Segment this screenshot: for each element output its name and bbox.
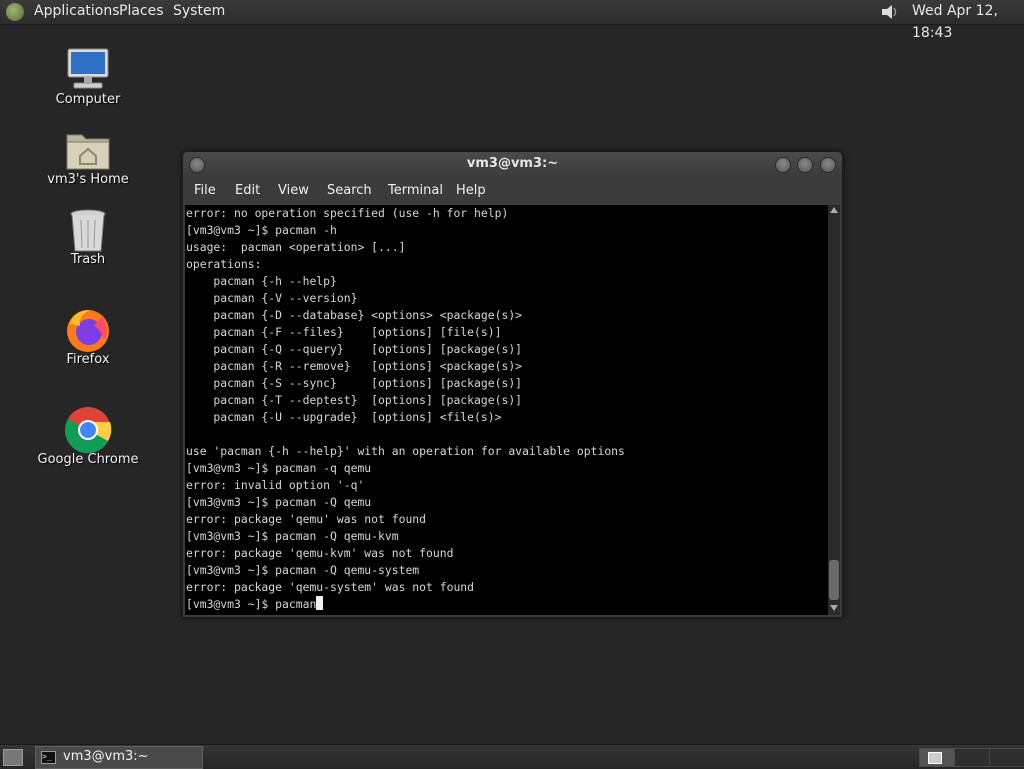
maximize-icon[interactable]: [797, 157, 813, 173]
menu-edit[interactable]: Edit: [235, 177, 260, 204]
terminal-line: error: package 'qemu-system' was not fou…: [186, 580, 475, 594]
menu-help[interactable]: Help: [456, 177, 486, 204]
terminal-line: pacman {-R --remove} [options] <package(…: [186, 359, 523, 373]
menu-search[interactable]: Search: [327, 177, 372, 204]
terminal-prompt-input[interactable]: [vm3@vm3 ~]$ pacman: [186, 597, 316, 611]
terminal-line: error: package 'qemu-kvm' was not found: [186, 546, 454, 560]
terminal-line: pacman {-D --database} <options> <packag…: [186, 308, 523, 322]
desktop-icon-label: Trash: [70, 252, 106, 267]
trash-icon: [70, 209, 106, 252]
desktop-icon-label: vm3's Home: [47, 172, 129, 187]
window-titlebar[interactable]: vm3@vm3:~: [183, 152, 842, 177]
scroll-up-arrow-icon[interactable]: [830, 207, 838, 213]
taskbar-item-terminal[interactable]: >_ vm3@vm3:~: [35, 746, 203, 769]
terminal-line: [vm3@vm3 ~]$ pacman -h: [186, 223, 337, 237]
terminal-line: usage: pacman <operation> [...]: [186, 240, 406, 254]
terminal-line: use 'pacman {-h --help}' with an operati…: [186, 444, 625, 458]
terminal-line: [vm3@vm3 ~]$ pacman -Q qemu: [186, 495, 372, 509]
terminal-line: pacman {-T --deptest} [options] [package…: [186, 393, 523, 407]
applications-menu[interactable]: Applications: [34, 0, 120, 24]
terminal-line: error: invalid option '-q': [186, 478, 365, 492]
scrollbar-thumb[interactable]: [829, 560, 839, 600]
terminal-line: pacman {-Q --query} [options] [package(s…: [186, 342, 523, 356]
terminal-line: operations:: [186, 257, 262, 271]
terminal-text: error: no operation specified (use -h fo…: [186, 205, 625, 613]
computer-icon: [67, 48, 109, 89]
terminal-line: pacman {-V --version}: [186, 291, 358, 305]
system-menu[interactable]: System: [173, 0, 225, 24]
terminal-window[interactable]: vm3@vm3:~ File Edit View Search Terminal…: [182, 151, 843, 618]
terminal-menubar: File Edit View Search Terminal Help: [183, 177, 842, 204]
terminal-line: pacman {-h --help}: [186, 274, 337, 288]
workspace-window-thumbnail: [928, 752, 942, 764]
workspace-2[interactable]: [954, 748, 990, 767]
menu-file[interactable]: File: [194, 177, 216, 204]
menu-terminal[interactable]: Terminal: [388, 177, 443, 204]
terminal-line: error: package 'qemu' was not found: [186, 512, 427, 526]
terminal-line: pacman {-S --sync} [options] [package(s)…: [186, 376, 523, 390]
close-icon[interactable]: [820, 157, 836, 173]
bottom-panel: >_ vm3@vm3:~: [0, 744, 1024, 769]
taskbar-item-label: vm3@vm3:~: [63, 749, 149, 764]
terminal-output[interactable]: error: no operation specified (use -h fo…: [185, 205, 828, 615]
clock[interactable]: Wed Apr 12, 18:43: [912, 0, 1024, 41]
home-folder-icon: [66, 134, 110, 170]
top-panel: Applications Places System Wed Apr 12, 1…: [0, 0, 1024, 41]
firefox-icon: [67, 310, 109, 352]
window-title: vm3@vm3:~: [466, 156, 559, 171]
terminal-line: pacman {-F --files} [options] [file(s)]: [186, 325, 502, 339]
terminal-line: [vm3@vm3 ~]$ pacman -q qemu: [186, 461, 372, 475]
desktop-icon-label: Computer: [55, 92, 121, 107]
workspace-1[interactable]: [919, 748, 955, 767]
workspace-3[interactable]: [989, 748, 1024, 767]
minimize-icon[interactable]: [775, 157, 791, 173]
terminal-line: error: no operation specified (use -h fo…: [186, 206, 509, 220]
volume-icon[interactable]: [880, 2, 900, 22]
scroll-down-arrow-icon[interactable]: [830, 605, 838, 611]
show-desktop-icon[interactable]: [3, 749, 23, 766]
terminal-line: [vm3@vm3 ~]$ pacman -Q qemu-kvm: [186, 529, 399, 543]
gnome-foot-icon[interactable]: [6, 3, 24, 21]
terminal-line: pacman {-U --upgrade} [options] <file(s)…: [186, 410, 502, 424]
terminal-icon: >_: [41, 751, 56, 764]
places-menu[interactable]: Places: [119, 0, 164, 24]
menu-view[interactable]: View: [278, 177, 309, 204]
chrome-icon: [64, 407, 112, 454]
desktop-icon-label: Firefox: [66, 352, 110, 367]
terminal-scrollbar[interactable]: [828, 205, 840, 615]
terminal-line: [vm3@vm3 ~]$ pacman -Q qemu-system: [186, 563, 420, 577]
text-cursor: [316, 596, 324, 610]
desktop-icon-label: Google Chrome: [37, 452, 139, 467]
